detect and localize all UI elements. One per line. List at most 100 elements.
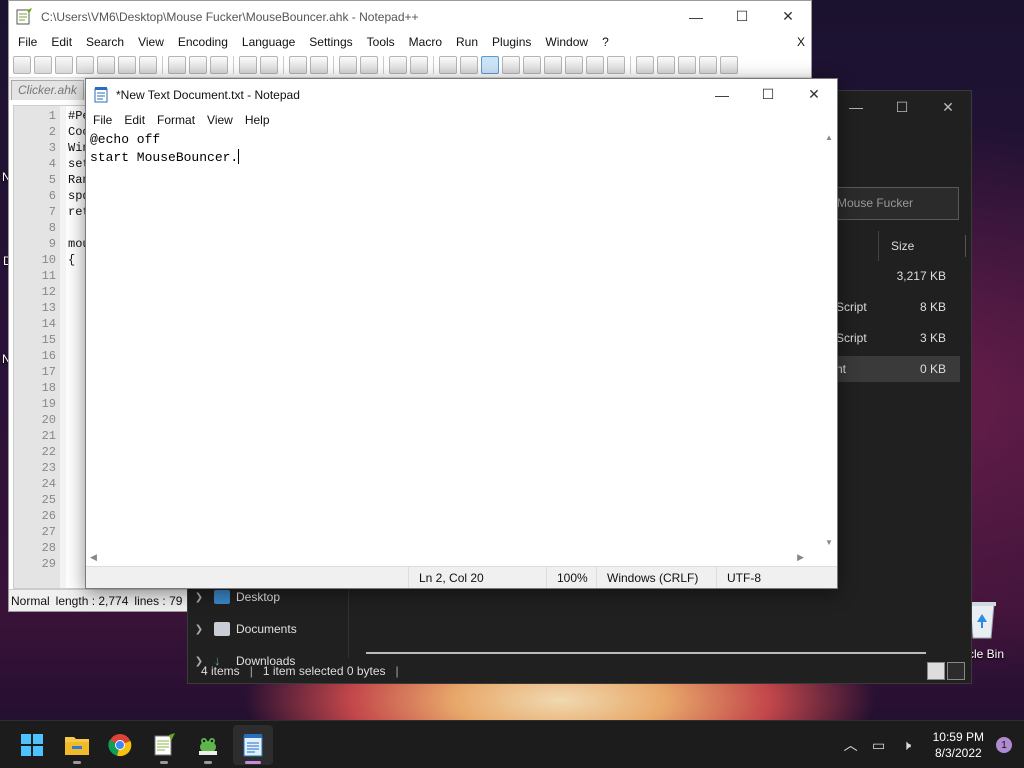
copy-icon[interactable] (189, 55, 207, 74)
menu-help[interactable]: ? (595, 35, 616, 49)
record-macro-icon[interactable] (636, 55, 654, 74)
scroll-left-icon[interactable]: ◀ (90, 552, 97, 563)
menu-search[interactable]: Search (79, 35, 131, 49)
menu-window[interactable]: Window (538, 35, 595, 49)
menu-settings[interactable]: Settings (302, 35, 359, 49)
chevron-right-icon[interactable]: ❯ (188, 592, 210, 603)
file-row-selected[interactable]: nt 0 KB (828, 356, 960, 382)
monitoring-icon[interactable] (607, 55, 625, 74)
minimize-button[interactable]: — (673, 1, 719, 32)
column-header-size[interactable]: Size (878, 231, 966, 261)
line-number: 11 (41, 269, 56, 283)
menu-plugins[interactable]: Plugins (485, 35, 538, 49)
horizontal-scrollbar[interactable]: ◀ ▶ (86, 551, 824, 566)
nav-item-documents[interactable]: ❯ Documents (188, 613, 348, 645)
redo-icon[interactable] (260, 55, 278, 74)
search-input[interactable]: Mouse Fucker (828, 187, 959, 220)
text-editor[interactable]: @echo off start MouseBouncer. (86, 131, 824, 551)
save-macro-icon[interactable] (720, 55, 738, 74)
line-number: 12 (41, 285, 56, 299)
sync-vertical-icon[interactable] (389, 55, 407, 74)
show-all-chars-icon[interactable] (460, 55, 478, 74)
menu-format[interactable]: Format (151, 113, 201, 127)
large-icons-view-icon[interactable] (947, 662, 965, 680)
udl-icon[interactable] (502, 55, 520, 74)
file-explorer-icon (65, 737, 89, 755)
replace-icon[interactable] (310, 55, 328, 74)
recycle-bin-label[interactable]: cle Bin (968, 647, 1004, 661)
scroll-down-icon[interactable]: ▼ (825, 538, 833, 547)
menu-encoding[interactable]: Encoding (171, 35, 235, 49)
function-list-icon[interactable] (565, 55, 583, 74)
find-icon[interactable] (289, 55, 307, 74)
minimize-button[interactable]: — (833, 91, 879, 123)
notepadpp-titlebar[interactable]: C:\Users\VM6\Desktop\Mouse Fucker\MouseB… (9, 1, 811, 32)
cut-icon[interactable] (168, 55, 186, 74)
close-button[interactable]: ✕ (791, 79, 837, 110)
open-file-icon[interactable] (34, 55, 52, 74)
save-all-icon[interactable] (76, 55, 94, 74)
taskbar-notepadpp[interactable] (144, 725, 184, 765)
taskbar-chrome[interactable] (100, 725, 140, 765)
maximize-button[interactable]: ☐ (745, 79, 791, 110)
zoom-out-icon[interactable] (360, 55, 378, 74)
undo-icon[interactable] (239, 55, 257, 74)
file-row[interactable]: Script 8 KB (828, 294, 960, 320)
close-document-button[interactable]: X (790, 35, 811, 49)
taskbar-notepad[interactable] (233, 725, 273, 765)
scroll-up-icon[interactable]: ▲ (825, 133, 833, 142)
close-button[interactable]: ✕ (765, 1, 811, 32)
close-button[interactable]: ✕ (925, 91, 971, 123)
menu-help[interactable]: Help (239, 113, 276, 127)
sync-horizontal-icon[interactable] (410, 55, 428, 74)
close-file-icon[interactable] (97, 55, 115, 74)
doc-list-icon[interactable] (544, 55, 562, 74)
paste-icon[interactable] (210, 55, 228, 74)
maximize-button[interactable]: ☐ (719, 1, 765, 32)
menu-file[interactable]: File (11, 35, 44, 49)
menu-view[interactable]: View (201, 113, 239, 127)
new-file-icon[interactable] (13, 55, 31, 74)
indent-guide-icon[interactable] (481, 55, 499, 74)
close-all-icon[interactable] (118, 55, 136, 74)
volume-muted-icon[interactable]: 🕨 (895, 737, 919, 754)
notepad-titlebar[interactable]: *New Text Document.txt - Notepad — ☐ ✕ (86, 79, 837, 110)
doc-map-icon[interactable] (523, 55, 541, 74)
file-row[interactable]: Script 3 KB (828, 325, 960, 351)
chevron-up-icon[interactable]: ︿ (839, 735, 863, 755)
zoom-in-icon[interactable] (339, 55, 357, 74)
menu-macro[interactable]: Macro (402, 35, 449, 49)
start-button[interactable] (12, 725, 52, 765)
menu-language[interactable]: Language (235, 35, 302, 49)
tab-clicker[interactable]: Clicker.ahk (11, 80, 84, 100)
details-view-icon[interactable] (927, 662, 945, 680)
clock-date: 8/3/2022 (934, 746, 982, 760)
save-icon[interactable] (55, 55, 73, 74)
vertical-scrollbar[interactable]: ▲ ▼ (822, 131, 837, 551)
notification-badge[interactable]: 1 (996, 737, 1012, 753)
chevron-right-icon[interactable]: ❯ (188, 624, 210, 635)
scroll-right-icon[interactable]: ▶ (797, 552, 804, 563)
play-macro-icon[interactable] (678, 55, 696, 74)
network-icon[interactable]: ▭ (867, 737, 891, 754)
taskbar-autohotkey[interactable] (188, 725, 228, 765)
menu-tools[interactable]: Tools (360, 35, 402, 49)
horizontal-scrollbar[interactable] (366, 652, 926, 654)
minimize-button[interactable]: — (699, 79, 745, 110)
run-macro-multiple-icon[interactable] (699, 55, 717, 74)
word-wrap-icon[interactable] (439, 55, 457, 74)
menu-edit[interactable]: Edit (118, 113, 151, 127)
menu-file[interactable]: File (87, 113, 118, 127)
print-icon[interactable] (139, 55, 157, 74)
menu-view[interactable]: View (131, 35, 171, 49)
notepad-window[interactable]: *New Text Document.txt - Notepad — ☐ ✕ F… (85, 78, 838, 589)
folder-workspace-icon[interactable] (586, 55, 604, 74)
file-row[interactable]: 3,217 KB (828, 263, 960, 289)
maximize-button[interactable]: ☐ (879, 91, 925, 123)
clock[interactable]: 10:59 PM 8/3/2022 (933, 729, 984, 761)
menu-edit[interactable]: Edit (44, 35, 79, 49)
taskbar-file-explorer[interactable] (57, 725, 97, 765)
menu-run[interactable]: Run (449, 35, 485, 49)
line-number: 29 (41, 557, 56, 571)
stop-macro-icon[interactable] (657, 55, 675, 74)
